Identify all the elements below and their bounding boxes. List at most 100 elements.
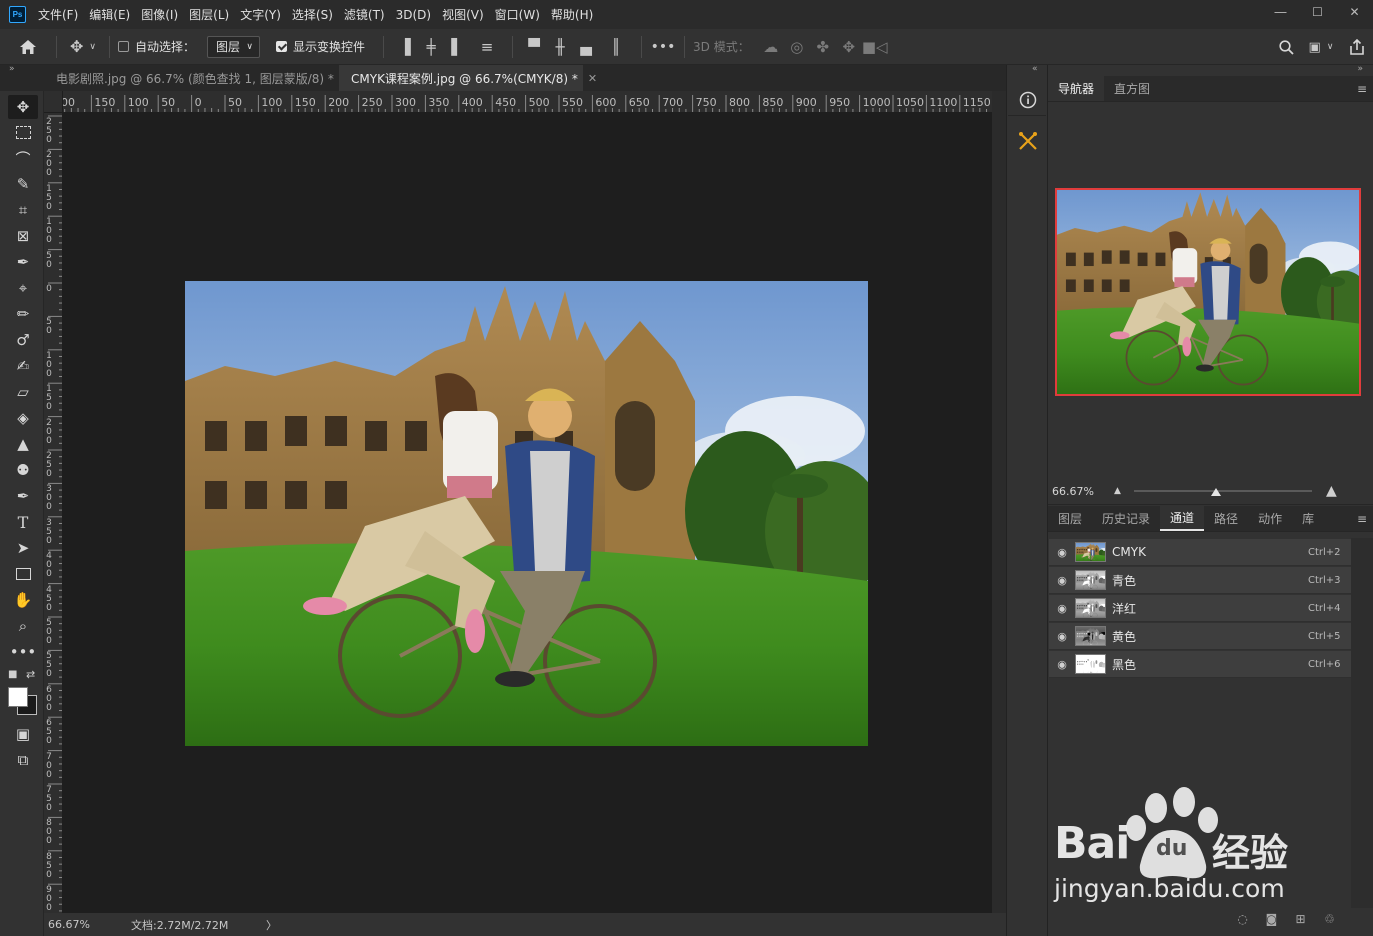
share-button[interactable] — [1341, 35, 1373, 59]
zoom-slider[interactable] — [1134, 485, 1312, 497]
eraser-tool[interactable]: ▱ — [8, 380, 38, 404]
align-top-button[interactable]: ▀ — [521, 35, 547, 59]
channel-row[interactable]: ◉ 黑色 Ctrl+6 — [1049, 651, 1351, 678]
clone-stamp-tool[interactable]: ♂ — [8, 328, 38, 352]
document-image[interactable] — [185, 281, 868, 746]
dodge-tool[interactable]: ⚉ — [8, 458, 38, 482]
3d-slide-button[interactable]: ✥ — [836, 35, 862, 59]
channel-scrollbar[interactable] — [1351, 538, 1373, 908]
menu-image[interactable]: 图像(I) — [141, 6, 178, 23]
collapse-dock-icon[interactable]: « — [1032, 64, 1038, 74]
menu-type[interactable]: 文字(Y) — [240, 6, 281, 23]
align-bottom-button[interactable]: ▄ — [573, 35, 599, 59]
paint-bucket-tool[interactable]: ◈ — [8, 406, 38, 430]
eye-icon[interactable]: ◉ — [1049, 630, 1075, 643]
info-panel-button[interactable] — [1013, 86, 1043, 114]
vertical-scrollbar[interactable] — [992, 91, 1006, 913]
default-colors-icon[interactable]: ■ — [8, 669, 17, 680]
screen-mode-button[interactable]: ⧉ — [8, 748, 38, 772]
align-vcenter-button[interactable]: ╫ — [547, 35, 573, 59]
eyedropper-tool[interactable]: ✒ — [8, 250, 38, 274]
3d-orbit-button[interactable]: ☁ — [758, 35, 784, 59]
tab-actions[interactable]: 动作 — [1248, 505, 1292, 531]
status-zoom[interactable]: 66.67% — [48, 918, 131, 931]
tab-history[interactable]: 历史记录 — [1092, 505, 1160, 531]
maximize-button[interactable]: ☐ — [1299, 0, 1336, 24]
eye-icon[interactable]: ◉ — [1049, 602, 1075, 615]
status-arrow-button[interactable]: 〉 — [266, 917, 277, 933]
swap-colors-icon[interactable]: ⇄ — [26, 668, 35, 681]
workspace-button[interactable]: ▣ ∨ — [1301, 35, 1341, 59]
document-tab-active[interactable]: CMYK课程案例.jpg @ 66.7%(CMYK/8) * ✕ — [339, 65, 597, 91]
auto-select-checkbox[interactable] — [118, 41, 129, 52]
collapse-toolbox-icon[interactable]: » — [9, 64, 15, 74]
tab-paths[interactable]: 路径 — [1204, 505, 1248, 531]
more-options-button[interactable]: ••• — [650, 35, 676, 59]
ruler-origin[interactable] — [44, 91, 63, 113]
move-tool-preset-button[interactable]: ✥ ∨ — [65, 35, 101, 59]
tab-libraries[interactable]: 库 — [1292, 505, 1324, 531]
layer-group-select[interactable]: 图层 ∨ — [207, 35, 261, 58]
panel-menu-icon[interactable]: ≡ — [1357, 512, 1367, 526]
close-tab-icon[interactable]: ✕ — [588, 72, 597, 85]
rectangle-tool[interactable] — [8, 562, 38, 586]
eye-icon[interactable]: ◉ — [1049, 658, 1075, 671]
distribute-vertical-button[interactable]: ║ — [599, 35, 633, 59]
menu-layer[interactable]: 图层(L) — [189, 6, 229, 23]
channel-row[interactable]: ◉ CMYK Ctrl+2 — [1049, 539, 1351, 566]
menu-view[interactable]: 视图(V) — [442, 6, 484, 23]
eye-icon[interactable]: ◉ — [1049, 546, 1075, 559]
crop-tool[interactable]: ⌗ — [8, 198, 38, 222]
show-transform-checkbox[interactable] — [276, 41, 288, 52]
blur-tool[interactable]: ▲ — [8, 432, 38, 456]
lasso-tool[interactable]: ⌒ — [8, 146, 38, 170]
brush-tool[interactable]: ✏ — [8, 302, 38, 326]
tab-channels[interactable]: 通道 — [1160, 505, 1205, 531]
menu-edit[interactable]: 编辑(E) — [89, 6, 130, 23]
3d-camera-button[interactable]: ■◁ — [862, 35, 888, 59]
zoom-slider-thumb[interactable] — [1210, 488, 1221, 496]
type-tool[interactable]: T — [8, 510, 38, 534]
3d-pan-button[interactable]: ✤ — [810, 35, 836, 59]
channel-row[interactable]: ◉ 青色 Ctrl+3 — [1049, 567, 1351, 594]
panel-menu-icon[interactable]: ≡ — [1357, 82, 1367, 96]
healing-brush-tool[interactable]: ⌖ — [8, 276, 38, 300]
pen-tool[interactable]: ✒ — [8, 484, 38, 508]
tab-histogram[interactable]: 直方图 — [1104, 75, 1160, 101]
history-brush-tool[interactable]: ✍ — [8, 354, 38, 378]
align-right-button[interactable]: ▌ — [444, 35, 470, 59]
edit-toolbar-button[interactable]: ••• — [8, 640, 38, 664]
save-selection-button[interactable]: ◙ — [1257, 910, 1286, 928]
zoom-tool[interactable]: ⌕ — [8, 614, 38, 638]
document-canvas[interactable] — [63, 113, 992, 913]
quick-select-tool[interactable]: ✎ — [8, 172, 38, 196]
menu-3d[interactable]: 3D(D) — [396, 8, 431, 22]
move-tool[interactable]: ✥ — [8, 95, 38, 119]
close-button[interactable]: ✕ — [1336, 0, 1373, 24]
zoom-in-icon[interactable]: ▲ — [1326, 483, 1337, 499]
path-select-tool[interactable]: ➤ — [8, 536, 38, 560]
align-hcenter-button[interactable]: ╪ — [418, 35, 444, 59]
delete-channel-button[interactable]: ♲ — [1315, 910, 1344, 928]
menu-help[interactable]: 帮助(H) — [551, 6, 593, 23]
document-tab[interactable]: 电影剧照.jpg @ 66.7% (颜色查找 1, 图层蒙版/8) * ✕ — [44, 65, 366, 91]
minimize-button[interactable]: ― — [1262, 0, 1299, 24]
foreground-color-swatch[interactable] — [8, 687, 28, 707]
navigator-preview[interactable] — [1055, 188, 1361, 396]
channel-row[interactable]: ◉ 黄色 Ctrl+5 — [1049, 623, 1351, 650]
quick-mask-button[interactable]: ▣ — [8, 722, 38, 746]
navigator-zoom-value[interactable]: 66.67% — [1052, 485, 1114, 498]
new-channel-button[interactable]: ⊞ — [1286, 910, 1315, 928]
tool-presets-button[interactable] — [1013, 127, 1043, 155]
menu-file[interactable]: 文件(F) — [38, 6, 78, 23]
channel-row[interactable]: ◉ 洋红 Ctrl+4 — [1049, 595, 1351, 622]
collapse-panels-icon[interactable]: » — [1357, 64, 1363, 74]
search-button[interactable] — [1271, 35, 1301, 59]
frame-tool[interactable]: ⊠ — [8, 224, 38, 248]
menu-filter[interactable]: 滤镜(T) — [344, 6, 385, 23]
distribute-button[interactable]: ≡ — [470, 35, 504, 59]
hand-tool[interactable]: ✋ — [8, 588, 38, 612]
eye-icon[interactable]: ◉ — [1049, 574, 1075, 587]
3d-roll-button[interactable]: ◎ — [784, 35, 810, 59]
load-selection-button[interactable]: ◌ — [1228, 910, 1257, 928]
